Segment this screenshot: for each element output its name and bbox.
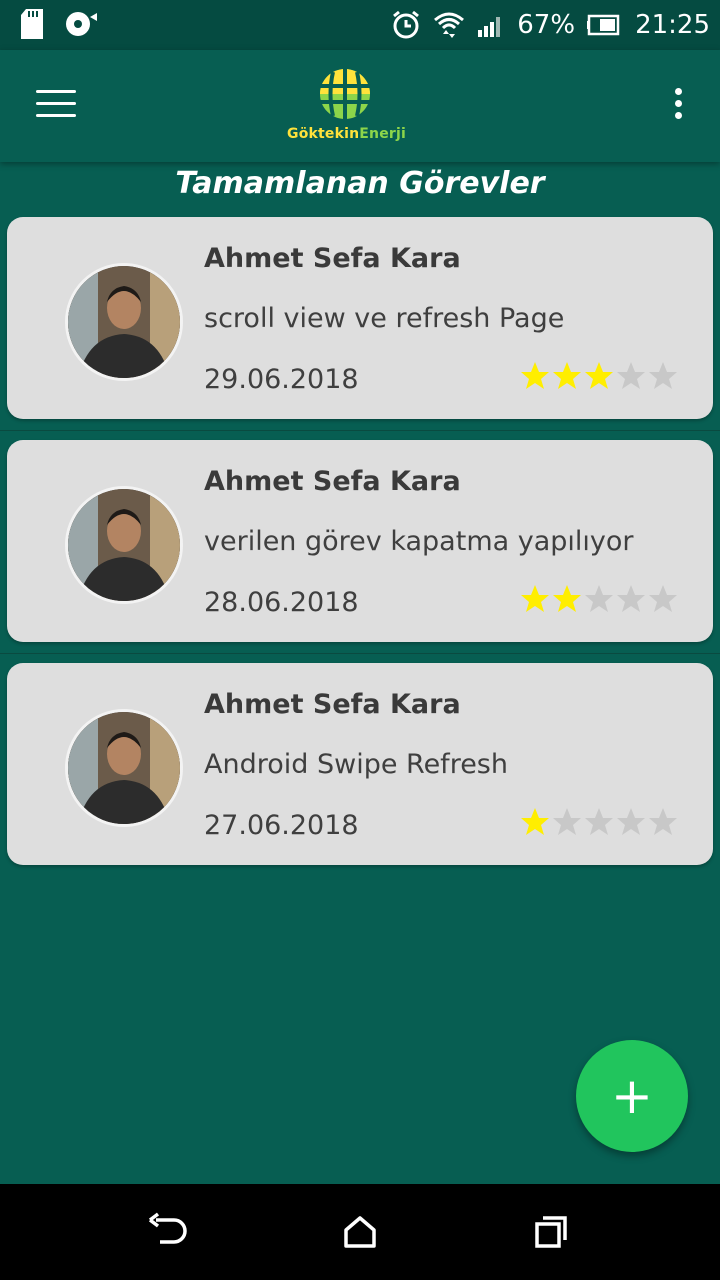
home-icon[interactable] (338, 1212, 382, 1252)
star-empty-icon (617, 808, 645, 835)
sync-disc-icon (66, 12, 97, 36)
star-filled-icon (521, 585, 549, 612)
star-empty-icon (617, 585, 645, 612)
star-empty-icon (585, 808, 613, 835)
add-task-button[interactable]: + (576, 1040, 688, 1152)
navigation-bar (0, 1184, 720, 1280)
star-empty-icon (553, 808, 581, 835)
battery-percent: 67% (517, 10, 576, 40)
divider (0, 653, 720, 654)
star-empty-icon (649, 585, 677, 612)
star-rating (520, 361, 678, 391)
star-empty-icon (617, 362, 645, 389)
star-filled-icon (521, 808, 549, 835)
signal-icon (478, 17, 501, 37)
status-bar: 67% 21:25 (0, 0, 720, 50)
task-date: 27.06.2018 (204, 810, 359, 841)
logo-text: GöktekinEnerji (287, 126, 406, 142)
task-card[interactable]: Ahmet Sefa Kara verilen görev kapatma ya… (7, 440, 713, 642)
star-filled-icon (553, 362, 581, 389)
app-bar: GöktekinEnerji (0, 50, 720, 162)
divider (0, 430, 720, 431)
star-rating (520, 807, 678, 837)
hamburger-menu-icon[interactable] (36, 90, 76, 122)
star-filled-icon (521, 362, 549, 389)
app-logo: GöktekinEnerji (287, 68, 406, 146)
task-description: scroll view ve refresh Page (204, 303, 565, 334)
logo-text-part1: Göktekin (287, 126, 360, 142)
sd-card-icon (21, 9, 43, 39)
task-description: Android Swipe Refresh (204, 749, 508, 780)
clock-time: 21:25 (635, 10, 710, 40)
avatar-photo-icon (68, 489, 180, 601)
star-empty-icon (585, 585, 613, 612)
avatar-photo-icon (68, 266, 180, 378)
avatar (65, 486, 183, 604)
star-filled-icon (585, 362, 613, 389)
star-rating (520, 584, 678, 614)
page-title: Tamamlanan Görevler (175, 166, 545, 201)
star-empty-icon (649, 808, 677, 835)
star-empty-icon (649, 362, 677, 389)
avatar-photo-icon (68, 712, 180, 824)
avatar (65, 263, 183, 381)
alarm-icon (393, 10, 420, 39)
battery-icon (587, 14, 620, 36)
task-card[interactable]: Ahmet Sefa Kara scroll view ve refresh P… (7, 217, 713, 419)
task-assignee: Ahmet Sefa Kara (204, 243, 461, 274)
wifi-icon (434, 12, 465, 38)
globe-logo-icon (319, 69, 370, 119)
recents-icon[interactable] (531, 1212, 575, 1252)
task-date: 29.06.2018 (204, 364, 359, 395)
task-description: verilen görev kapatma yapılıyor (204, 526, 634, 557)
plus-icon: + (611, 1067, 653, 1125)
logo-text-part2: Enerji (359, 126, 407, 142)
task-assignee: Ahmet Sefa Kara (204, 466, 461, 497)
star-filled-icon (553, 585, 581, 612)
task-date: 28.06.2018 (204, 587, 359, 618)
task-card[interactable]: Ahmet Sefa Kara Android Swipe Refresh 27… (7, 663, 713, 865)
task-assignee: Ahmet Sefa Kara (204, 689, 461, 720)
back-icon[interactable] (146, 1212, 190, 1252)
more-vertical-icon[interactable] (672, 88, 684, 124)
avatar (65, 709, 183, 827)
